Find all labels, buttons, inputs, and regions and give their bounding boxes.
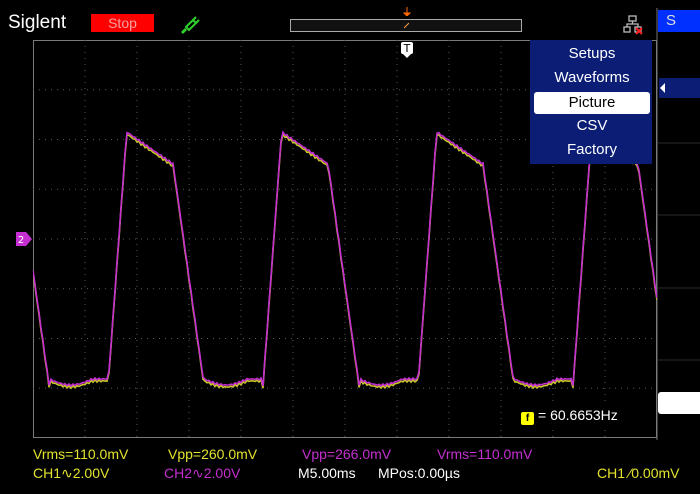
brand-label: Siglent	[8, 12, 67, 33]
horizontal-position[interactable]: MPos:0.00µs	[378, 465, 460, 481]
network-icon	[623, 15, 643, 35]
measurement-ch1-vpp: Vpp=260.0mV	[168, 446, 258, 462]
submenu-arrow-icon[interactable]	[657, 78, 700, 98]
svg-text:2: 2	[18, 235, 24, 246]
save-type-menu: Setups Waveforms Picture CSV Factory	[530, 40, 652, 164]
trigger-position-bar	[290, 19, 522, 32]
menu-item-setups[interactable]: Setups	[534, 43, 650, 65]
side-softkey-panel	[656, 0, 700, 440]
side-softkey-highlight[interactable]	[658, 392, 700, 414]
ch1-scale[interactable]: CH1∿2.00V	[33, 465, 109, 482]
trigger-position-marker	[403, 7, 411, 16]
run-stop-indicator[interactable]: Stop	[91, 14, 154, 32]
frequency-value: = 60.6653Hz	[538, 407, 618, 423]
measurement-ch2-vpp: Vpp=266.0mV	[302, 446, 392, 462]
timebase[interactable]: M5.00ms	[298, 465, 356, 481]
menu-item-picture[interactable]: Picture	[534, 92, 650, 114]
menu-item-csv[interactable]: CSV	[534, 115, 650, 137]
frequency-counter: f = 60.6653Hz	[519, 404, 655, 426]
ch2-level-marker[interactable]: 2	[16, 232, 32, 246]
trigger-point-marker: T	[401, 42, 413, 58]
frequency-icon: f	[521, 412, 534, 425]
measurement-ch1-vrms: Vrms=110.0mV	[33, 446, 129, 462]
menu-item-waveforms[interactable]: Waveforms	[534, 67, 650, 89]
probe-icon	[181, 16, 200, 34]
menu-item-factory[interactable]: Factory	[534, 139, 650, 161]
top-bar: Siglent Stop	[0, 0, 656, 40]
trigger-bar-mark	[404, 22, 409, 29]
measurement-ch2-vrms: Vrms=110.0mV	[437, 446, 533, 462]
softkey-frame	[656, 8, 700, 440]
trigger-setting[interactable]: CH1 ⁄0.00mV	[597, 465, 679, 481]
trigger-point-label: T	[403, 42, 411, 55]
side-menu-header: S	[658, 10, 700, 32]
ch2-scale[interactable]: CH2∿2.00V	[164, 465, 240, 482]
